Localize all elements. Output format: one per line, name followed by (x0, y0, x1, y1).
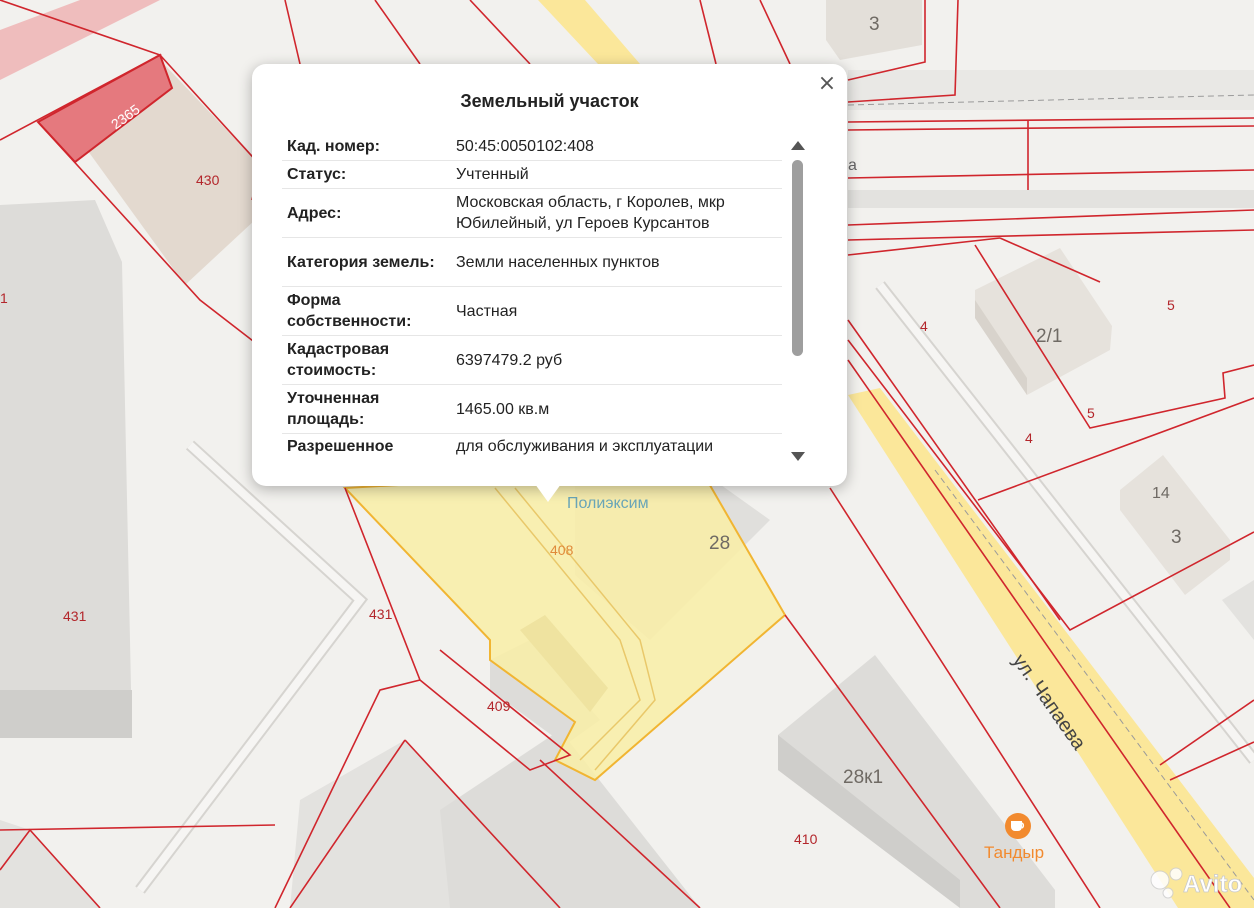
row-value: Земли населенных пунктов (451, 238, 782, 287)
popup-title: Земельный участок (460, 91, 639, 111)
parcel-label: 5 (1087, 405, 1095, 421)
row-label: Категория земель: (282, 238, 451, 287)
street-label-partial: a (848, 157, 857, 174)
building-431-side (0, 690, 132, 738)
parcel-label: 1 (0, 290, 8, 306)
row-value: Учтенный (451, 161, 782, 189)
parcel-label: 409 (487, 698, 511, 714)
info-table-container[interactable]: Кад. номер: 50:45:0050102:408 Статус: Уч… (282, 133, 790, 461)
building-3-right (1222, 580, 1254, 640)
table-row: Форма собственности: Частная (282, 287, 782, 336)
cafe-cup-icon[interactable] (1005, 813, 1031, 839)
parcel-label: 4 (1025, 430, 1033, 446)
table-row: Уточненная площадь: 1465.00 кв.м (282, 385, 782, 434)
scrollbar-thumb[interactable] (792, 160, 803, 356)
scroll-down-icon[interactable] (791, 452, 805, 461)
scroll-up-icon[interactable] (791, 141, 805, 150)
row-value: для обслуживания и эксплуатации (451, 434, 782, 461)
parcel-label: 431 (63, 608, 87, 624)
popup-pointer (535, 484, 561, 502)
close-icon[interactable]: × (815, 72, 839, 96)
parcel-label: 430 (196, 172, 220, 188)
row-label: Форма собственности: (282, 287, 451, 336)
row-value: 1465.00 кв.м (451, 385, 782, 434)
house-number: 28к1 (843, 767, 883, 788)
row-label: Адрес: (282, 189, 451, 238)
row-label: Разрешенное (282, 434, 451, 461)
poi-label-tandyr[interactable]: Тандыр (984, 843, 1044, 862)
row-label: Статус: (282, 161, 451, 189)
table-row: Кад. номер: 50:45:0050102:408 (282, 133, 782, 161)
building-2-1 (975, 248, 1112, 395)
row-value: Частная (451, 287, 782, 336)
road-top (538, 0, 640, 64)
parcel-label: 5 (1167, 297, 1175, 313)
avito-watermark: Avito (1183, 871, 1242, 898)
info-table: Кад. номер: 50:45:0050102:408 Статус: Уч… (282, 133, 782, 461)
house-number: 28 (709, 533, 730, 554)
row-value: Московская область, г Королев, мкр Юбиле… (451, 189, 782, 238)
parcel-info-popup: Земельный участок × Кад. номер: 50:45:00… (252, 64, 847, 486)
table-row: Адрес: Московская область, г Королев, мк… (282, 189, 782, 238)
building-431 (0, 200, 132, 738)
row-value: 50:45:0050102:408 (451, 133, 782, 161)
building-bottom-left (0, 820, 100, 908)
top-road-2 (848, 190, 1254, 208)
row-value: 6397479.2 руб (451, 336, 782, 385)
table-row: Разрешенное для обслуживания и эксплуата… (282, 434, 782, 461)
house-number: 2/1 (1036, 326, 1062, 347)
poi-label-poliexim[interactable]: Полиэксим (567, 495, 649, 512)
row-label: Кад. номер: (282, 133, 451, 161)
house-number: 3 (869, 14, 880, 35)
house-number: 14 (1152, 485, 1170, 502)
house-number: 3 (1171, 527, 1182, 548)
row-label: Кадастровая стоимость: (282, 336, 451, 385)
table-row: Категория земель: Земли населенных пункт… (282, 238, 782, 287)
popup-scrollbar[interactable] (790, 137, 806, 461)
parcel-label: 431 (369, 606, 393, 622)
table-row: Кадастровая стоимость: 6397479.2 руб (282, 336, 782, 385)
parcel-label: 408 (550, 542, 574, 558)
row-label: Уточненная площадь: (282, 385, 451, 434)
table-row: Статус: Учтенный (282, 161, 782, 189)
parcel-label: 4 (920, 318, 928, 334)
parcel-label: 410 (794, 831, 818, 847)
